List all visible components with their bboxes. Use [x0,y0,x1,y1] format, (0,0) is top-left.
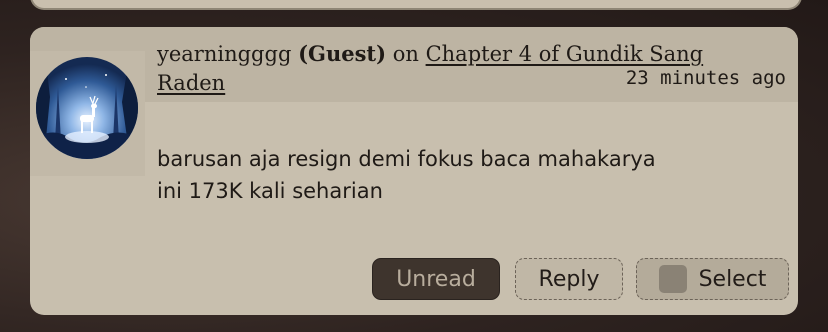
select-button[interactable]: Select [636,258,789,300]
guest-badge: (Guest) [298,41,387,66]
comment-body-line: ini 173K kali seharian [157,179,383,203]
comment-body: barusan aja resign demi fokus baca mahak… [157,143,777,207]
deer-forest-avatar-icon [36,57,138,159]
author-name[interactable]: yearningggg [157,42,291,66]
select-checkbox[interactable] [658,265,687,293]
select-button-label: Select [698,266,767,292]
reply-button[interactable]: Reply [515,258,623,300]
comment-body-line: barusan aja resign demi fokus baca mahak… [157,147,656,171]
unread-button-label: Unread [396,266,476,292]
comment-timestamp: 23 minutes ago [625,67,786,89]
byline-connector: on [392,42,419,66]
previous-comment-card [30,0,802,10]
comment-card: yearningggg (Guest) on Chapter 4 of Gund… [30,27,798,315]
unread-button[interactable]: Unread [372,258,500,300]
avatar[interactable] [36,57,138,159]
reply-button-label: Reply [538,266,600,292]
